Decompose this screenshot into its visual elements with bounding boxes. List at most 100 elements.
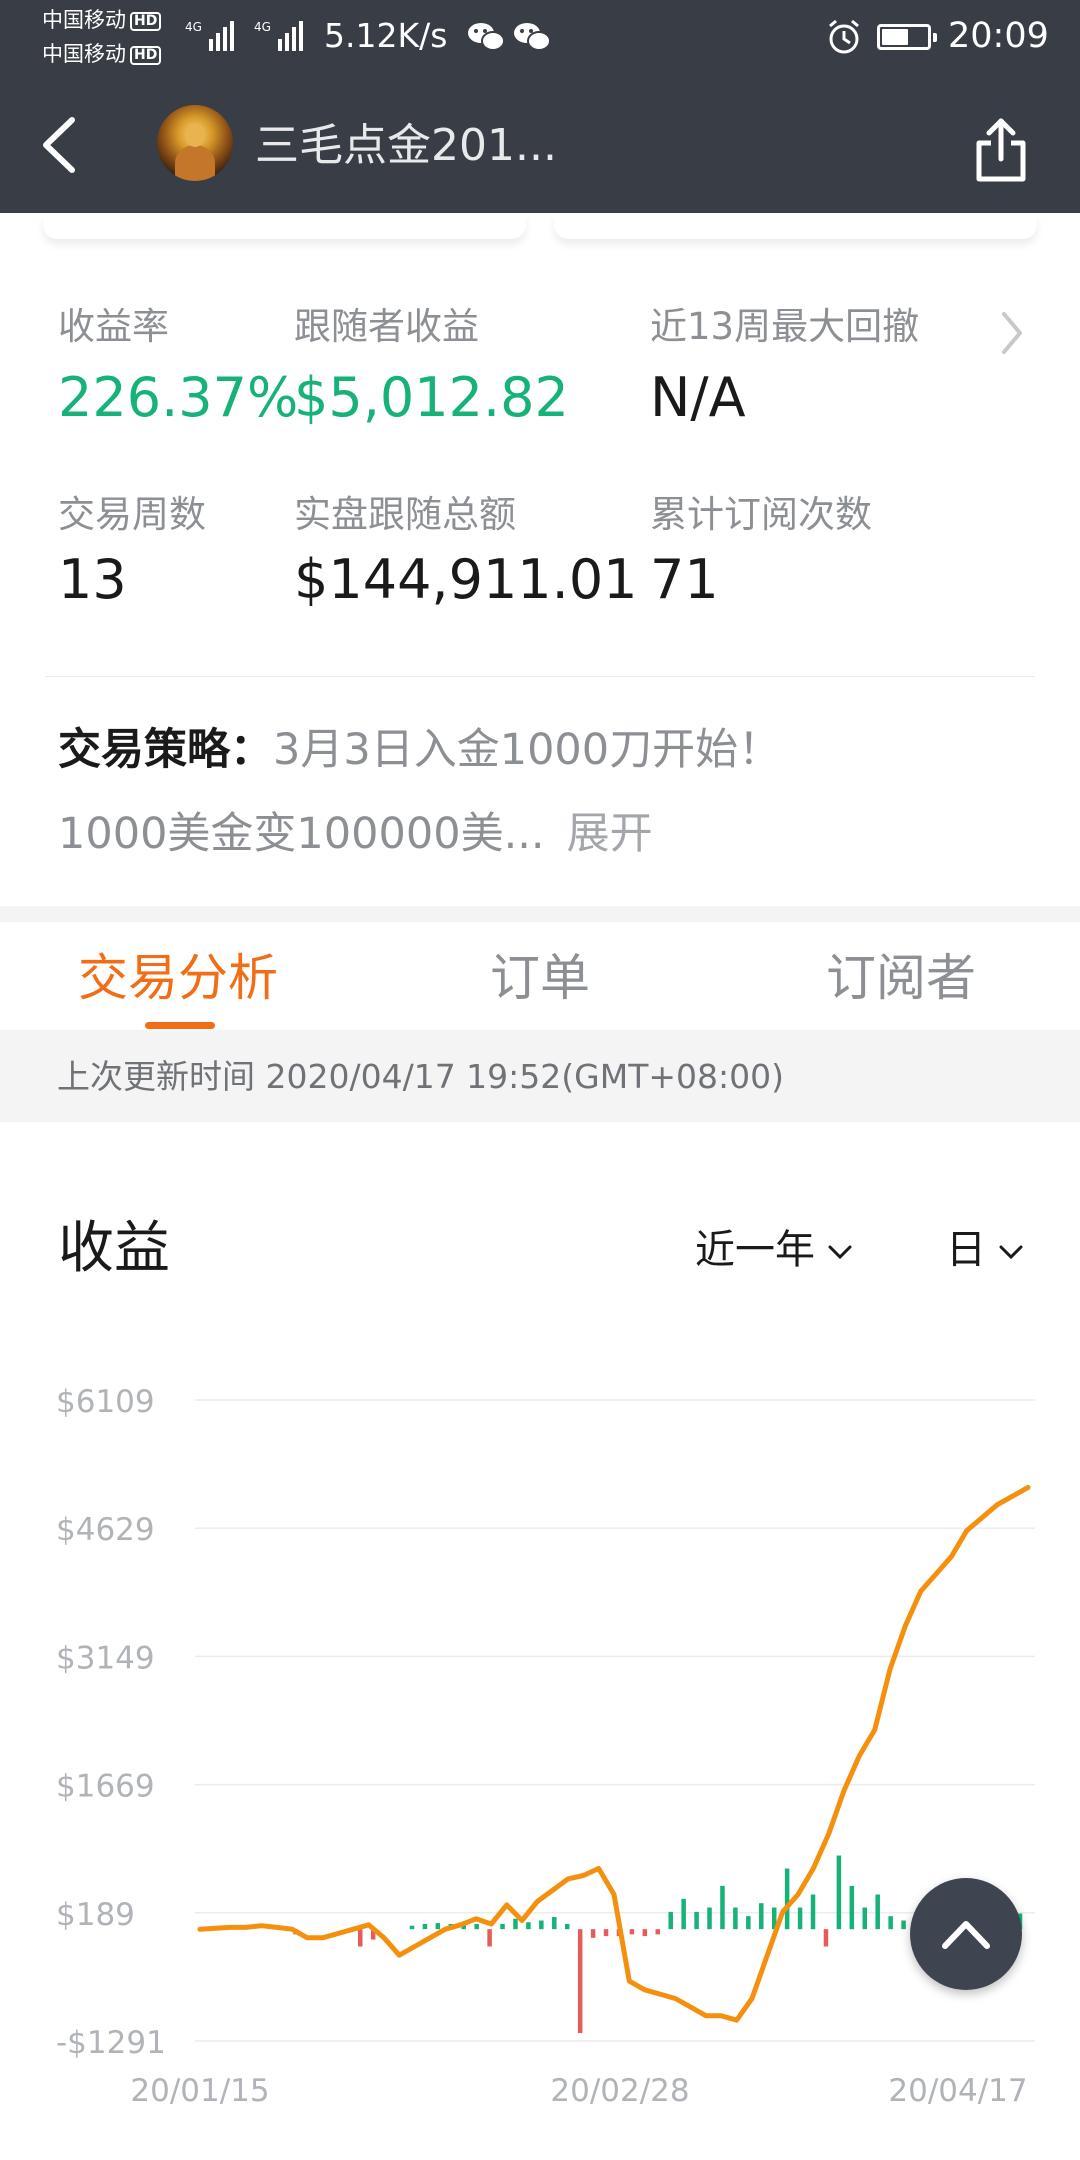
- signal-icon: 4G: [254, 20, 303, 51]
- stat-value-total-follow: $144,911.01: [294, 548, 638, 611]
- tab-trade-analysis[interactable]: 交易分析: [78, 946, 278, 1010]
- period-filter-dropdown[interactable]: 近一年: [695, 1222, 853, 1278]
- bar-mark: [435, 1923, 441, 1930]
- bar-mark: [642, 1929, 648, 1937]
- card-edge: [43, 213, 526, 239]
- bar-mark: [539, 1920, 544, 1930]
- stat-value-max-drawdown: N/A: [650, 366, 746, 429]
- stat-label-trade-weeks: 交易周数: [58, 493, 206, 536]
- x-tick-label: 20/01/15: [130, 2073, 269, 2109]
- strategy-text: 3月3日入金1000刀开始！: [273, 725, 782, 775]
- bar-mark: [810, 1894, 816, 1930]
- bar-mark: [797, 1907, 803, 1930]
- bar-mark: [422, 1923, 428, 1930]
- bar-mark: [474, 1923, 479, 1930]
- bar-mark: [629, 1929, 635, 1935]
- back-chevron-left-icon[interactable]: [36, 110, 86, 180]
- stat-label-follower-profit: 跟随者收益: [294, 305, 479, 348]
- bar-mark: [500, 1923, 505, 1930]
- bar-mark: [668, 1911, 673, 1930]
- stat-label-return-rate: 收益率: [58, 305, 169, 348]
- scroll-to-top-button[interactable]: [910, 1878, 1022, 1990]
- tab-orders[interactable]: 订单: [490, 946, 590, 1010]
- section-gap: [0, 906, 1080, 922]
- bar-mark: [875, 1894, 880, 1930]
- stat-label-max-drawdown: 近13周最大回撤: [650, 305, 920, 348]
- avatar[interactable]: [157, 105, 233, 181]
- y-tick-label: $3149: [56, 1640, 155, 1676]
- stat-value-trade-weeks: 13: [58, 548, 127, 611]
- y-tick-label: $1669: [56, 1769, 155, 1805]
- stat-value-follower-profit: $5,012.82: [294, 366, 569, 429]
- bar-mark: [862, 1907, 868, 1930]
- battery-icon: [877, 24, 937, 50]
- chevron-down-icon: [999, 1245, 1023, 1260]
- chevron-right-icon[interactable]: [996, 308, 1026, 358]
- bar-mark: [552, 1917, 557, 1930]
- network-speed: 5.12K/s: [324, 16, 448, 55]
- status-bar: 中国移动 HD 中国移动 HD 4G 4G 5.12K/s 20:09: [0, 0, 1080, 78]
- bar-mark: [577, 1929, 583, 2034]
- bar-mark: [836, 1855, 842, 1930]
- active-tab-indicator: [145, 1022, 215, 1029]
- wechat-icon: [468, 23, 505, 51]
- bar-mark: [901, 1920, 906, 1930]
- alarm-icon: [829, 19, 859, 54]
- strategy-label: 交易策略：: [58, 725, 273, 775]
- stat-label-subscriptions: 累计订阅次数: [650, 493, 872, 536]
- period-filter-label: 近一年: [695, 1227, 815, 1273]
- svg-text:4G: 4G: [185, 20, 202, 34]
- chevron-up-icon: [942, 1921, 990, 1949]
- tab-subscribers[interactable]: 订阅者: [826, 946, 976, 1010]
- bar-mark: [784, 1868, 790, 1930]
- share-icon[interactable]: [973, 115, 1029, 185]
- svg-text:4G: 4G: [254, 20, 271, 34]
- bar-mark: [513, 1918, 518, 1930]
- bar-mark: [720, 1885, 725, 1930]
- profit-chart: $6109 $4629 $3149 $1669 $189 -$1291 20/01/15 20…: [56, 1384, 1035, 2109]
- y-tick-label: $6109: [56, 1384, 155, 1420]
- x-tick-label: 20/02/28: [550, 2073, 689, 2109]
- bar-mark: [746, 1916, 751, 1930]
- last-update-time: 上次更新时间 2020/04/17 19:52(GMT+08:00): [57, 1057, 784, 1096]
- y-tick-label: $4629: [56, 1512, 155, 1548]
- carrier-2: 中国移动 HD: [42, 42, 162, 67]
- stat-label-total-follow: 实盘跟随总额: [294, 493, 516, 536]
- section-title-profit: 收益: [58, 1216, 170, 1281]
- profit-line: [197, 1484, 1031, 2023]
- bar-mark: [564, 1923, 570, 1930]
- interval-filter-label: 日: [946, 1227, 986, 1273]
- bar-mark: [888, 1916, 893, 1930]
- stat-value-return-rate: 226.37%: [58, 366, 299, 429]
- stat-value-subscriptions: 71: [650, 548, 719, 611]
- bar-mark: [487, 1929, 492, 1947]
- status-time: 20:09: [948, 16, 1049, 56]
- bar-mark: [590, 1929, 596, 1938]
- divider: [45, 676, 1035, 677]
- bar-mark: [681, 1898, 686, 1930]
- bar-mark: [849, 1885, 855, 1930]
- page-title: 三毛点金201...: [255, 120, 557, 171]
- interval-filter-dropdown[interactable]: 日: [946, 1222, 1024, 1278]
- chevron-down-icon: [828, 1245, 852, 1260]
- bar-mark: [409, 1925, 415, 1930]
- bar-mark: [707, 1907, 712, 1930]
- x-tick-label: 20/04/17: [888, 2073, 1027, 2109]
- y-tick-label: $189: [56, 1897, 135, 1933]
- carrier-1: 中国移动 HD: [42, 8, 162, 33]
- bar-mark: [357, 1929, 363, 1947]
- bar-mark: [759, 1903, 764, 1930]
- app-header: 中国移动 HD 中国移动 HD 4G 4G 5.12K/s 20:09 三毛点金…: [0, 0, 1080, 213]
- bar-mark: [823, 1929, 829, 1947]
- signal-icon: 4G: [185, 20, 234, 51]
- bar-mark: [655, 1929, 661, 1935]
- bar-mark: [733, 1907, 738, 1930]
- strategy-line-1: 交易策略：3月3日入金1000刀开始！: [58, 722, 781, 778]
- expand-link[interactable]: 展开: [567, 809, 653, 859]
- y-tick-label: -$1291: [56, 2025, 166, 2061]
- bar-mark: [694, 1911, 699, 1930]
- card-edge: [554, 213, 1037, 239]
- bar-mark: [603, 1929, 609, 1937]
- wechat-icon: [514, 23, 551, 51]
- strategy-text-more: 1000美金变100000美...: [58, 809, 545, 859]
